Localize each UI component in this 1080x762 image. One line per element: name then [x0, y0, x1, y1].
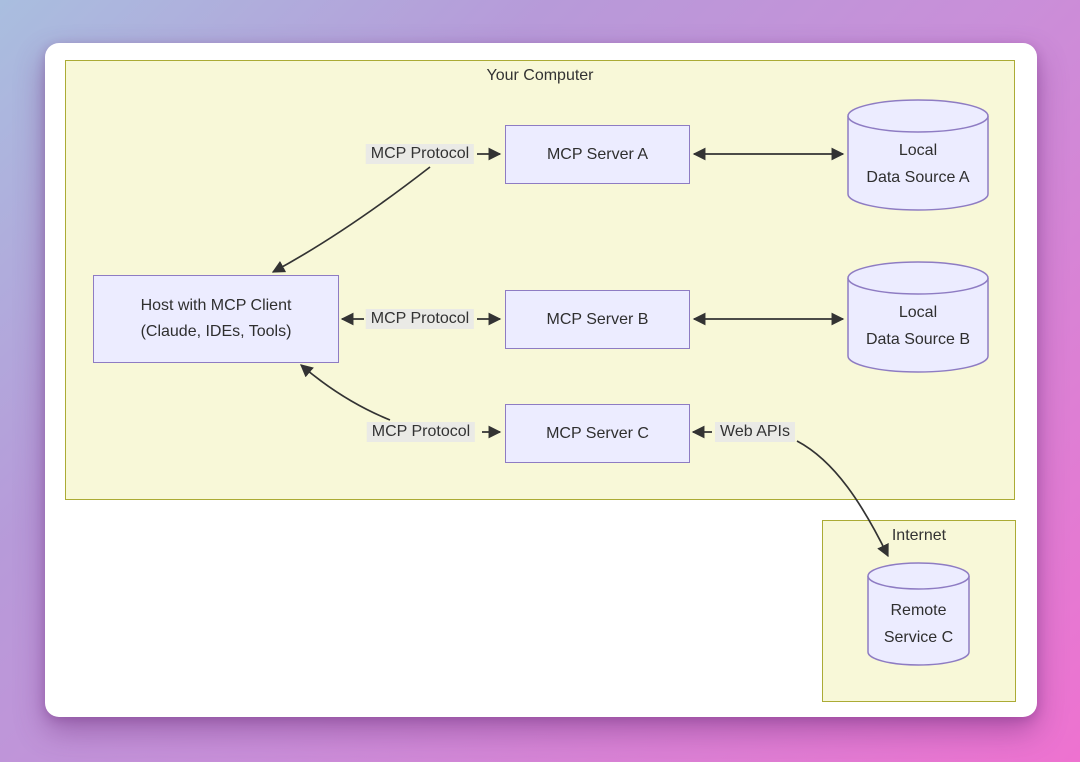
edge-label-mcp-protocol-c: MCP Protocol: [367, 422, 475, 442]
gradient-background: Your Computer Internet: [0, 0, 1080, 762]
node-mcp-server-b: MCP Server B: [505, 290, 690, 349]
server-c-label: MCP Server C: [546, 421, 649, 447]
node-local-data-source-a: Local Data Source A: [848, 137, 988, 191]
node-mcp-server-c: MCP Server C: [505, 404, 690, 463]
host-label-line2: (Claude, IDEs, Tools): [141, 319, 292, 345]
data-a-line1: Local: [848, 137, 988, 164]
data-a-line2: Data Source A: [848, 164, 988, 191]
node-local-data-source-b: Local Data Source B: [848, 299, 988, 353]
data-b-line2: Data Source B: [848, 326, 988, 353]
node-mcp-server-a: MCP Server A: [505, 125, 690, 184]
diagram-card: Your Computer Internet: [45, 43, 1037, 717]
internet-title: Internet: [823, 527, 1015, 545]
host-label-line1: Host with MCP Client: [141, 293, 292, 319]
your-computer-title: Your Computer: [66, 67, 1014, 85]
edge-label-mcp-protocol-a: MCP Protocol: [366, 144, 474, 164]
data-b-line1: Local: [848, 299, 988, 326]
edge-label-web-apis: Web APIs: [715, 422, 795, 442]
edge-label-mcp-protocol-b: MCP Protocol: [366, 309, 474, 329]
server-b-label: MCP Server B: [547, 307, 649, 333]
node-host-with-mcp-client: Host with MCP Client (Claude, IDEs, Tool…: [93, 275, 339, 363]
node-remote-service-c: Remote Service C: [858, 597, 979, 651]
remote-c-line1: Remote: [858, 597, 979, 624]
server-a-label: MCP Server A: [547, 142, 648, 168]
remote-c-line2: Service C: [858, 624, 979, 651]
